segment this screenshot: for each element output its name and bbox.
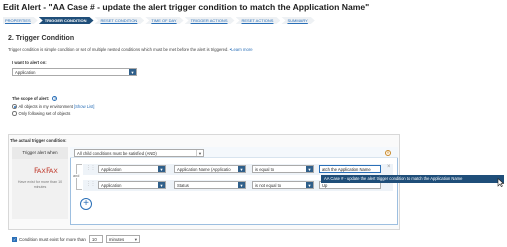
chevron-down-icon: ▼ (158, 182, 165, 188)
chevron-down-icon: ▼ (306, 182, 313, 188)
show-list-link[interactable]: [Show List] (74, 104, 94, 109)
step-trigger-actions[interactable]: TRIGGER ACTIONS (185, 17, 235, 24)
scope-option-following[interactable]: Only following set of objects (12, 111, 70, 116)
tally-icon: ℻℻ (34, 165, 58, 176)
and-label: and (73, 174, 80, 178)
must-exist-hint: Have exist for more than 10 minutes (17, 180, 63, 189)
mouse-cursor-icon (497, 178, 504, 187)
chevron-down-icon: ▼ (158, 166, 165, 172)
step-trigger-condition[interactable]: TRIGGER CONDITION (39, 17, 94, 24)
condition-operator-select[interactable]: is equal to ▼ (252, 165, 314, 173)
scope-label-text: The scope of alert: (12, 96, 50, 101)
section-title: 2. Trigger Condition (8, 35, 75, 42)
condition-object-value: Application (101, 183, 122, 188)
duration-unit-value: minutes (108, 237, 125, 242)
trigger-heading: The actual trigger condition: (10, 138, 67, 143)
condition-field-value: Application Name (Applicatio (177, 167, 231, 172)
alert-on-label: I want to alert on: (12, 60, 47, 65)
scope-label: The scope of alert: ? (12, 96, 58, 102)
group-logic-value: All child conditions must be satisfied (… (77, 151, 157, 156)
step-reset-actions[interactable]: RESET ACTIONS (236, 17, 281, 24)
section-description: Trigger condition is simple condition or… (8, 47, 253, 52)
step-time-of-day[interactable]: TIME OF DAY (145, 17, 183, 24)
scope-option-all[interactable]: All objects in my environment [Show List… (12, 104, 94, 109)
condition-object-select[interactable]: Application ▼ (98, 181, 166, 189)
condition-field-select[interactable]: Application Name (Applicatio ▼ (174, 165, 246, 173)
condition-operator-value: is equal to (255, 167, 275, 172)
scope-option-following-label: Only following set of objects (18, 111, 71, 116)
condition-field-value: Status (177, 183, 189, 188)
radio-following-objects[interactable] (12, 111, 17, 116)
step-reset-condition[interactable]: RESET CONDITION (95, 17, 145, 24)
alert-on-value: Application (15, 70, 36, 75)
help-icon[interactable]: ? (52, 96, 58, 102)
page-title: Edit Alert - "AA Case # - update the ale… (3, 2, 370, 12)
close-icon[interactable]: × (387, 164, 391, 170)
drag-handle-icon[interactable]: ⋮⋮ (86, 165, 96, 171)
trigger-alert-when-label: Trigger alert when (12, 147, 68, 159)
condition-field-select[interactable]: Status ▼ (174, 181, 246, 189)
close-icon[interactable]: × (385, 150, 391, 156)
condition-operator-value: is not equal to (255, 183, 282, 188)
condition-operator-select[interactable]: is not equal to ▼ (252, 181, 314, 189)
condition-value-input[interactable]: atch the Application Name (319, 165, 381, 173)
condition-duration-label: Condition must exist for more than (19, 236, 86, 242)
scope-option-all-label: All objects in my environment (18, 104, 73, 109)
radio-all-objects[interactable] (12, 104, 17, 109)
chevron-down-icon: ▼ (133, 237, 138, 242)
condition-duration-checkbox[interactable]: ✓ (12, 236, 17, 242)
alert-on-select[interactable]: Application ▼ (12, 68, 137, 76)
chevron-down-icon: ▼ (196, 150, 203, 156)
description-text: Trigger condition is simple condition or… (8, 47, 229, 52)
learn-more-link[interactable]: •Learn more (230, 47, 253, 52)
duration-input[interactable]: 10 (88, 235, 103, 243)
duration-unit-select[interactable]: minutes ▼ (105, 235, 140, 243)
step-summary[interactable]: SUMMARY (281, 17, 314, 24)
wizard-steps: PROPERTIES TRIGGER CONDITION RESET CONDI… (3, 17, 316, 24)
condition-duration-row: ✓ Condition must exist for more than 10 … (12, 235, 140, 243)
drag-handle-icon[interactable]: ⋮⋮ (86, 181, 96, 187)
chevron-down-icon: ▼ (238, 182, 245, 188)
condition-object-select[interactable]: Application ▼ (98, 165, 166, 173)
plus-icon[interactable]: + (80, 198, 92, 210)
chevron-down-icon: ▼ (129, 69, 136, 75)
chevron-down-icon: ▼ (238, 166, 245, 172)
group-logic-select[interactable]: All child conditions must be satisfied (… (74, 149, 204, 157)
condition-object-value: Application (101, 167, 122, 172)
chevron-down-icon: ▼ (306, 166, 313, 172)
value-tooltip: AA Case # - update the alert trigger con… (321, 175, 504, 183)
step-properties[interactable]: PROPERTIES (3, 17, 38, 24)
